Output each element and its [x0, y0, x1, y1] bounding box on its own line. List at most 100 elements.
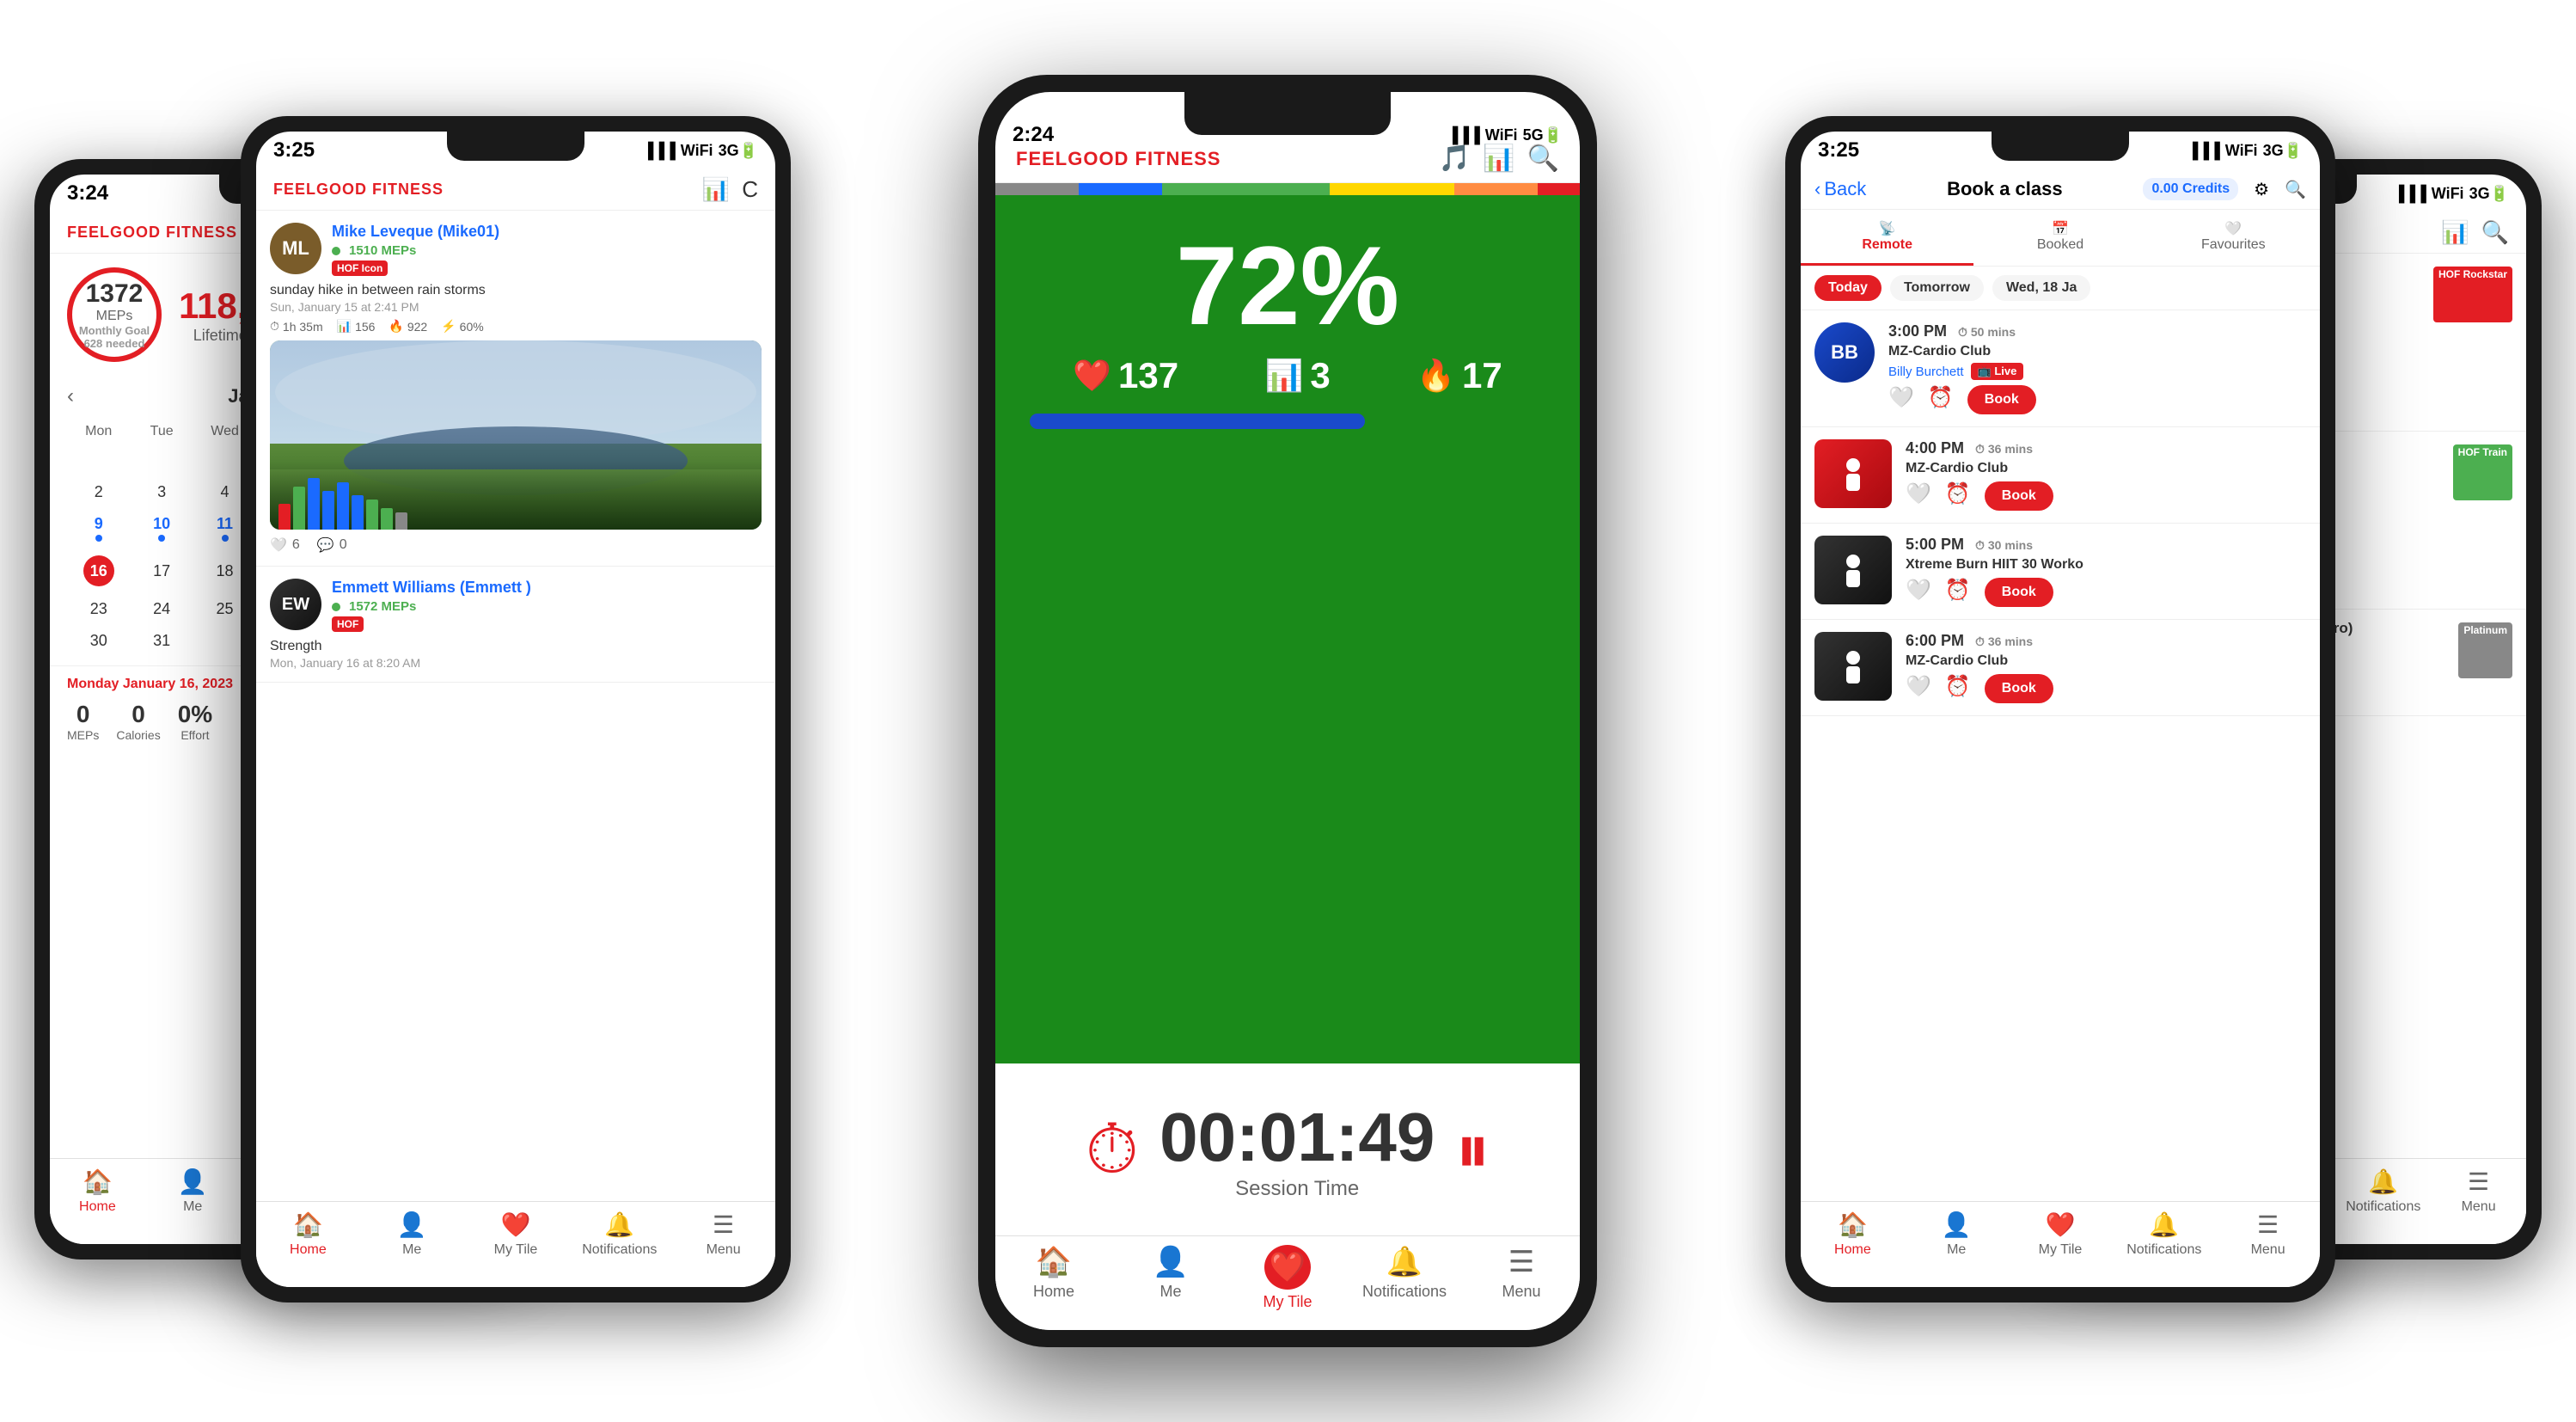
calendar-prev[interactable]: ‹ — [67, 384, 74, 408]
cal-cell[interactable]: 2 — [67, 476, 130, 508]
search-icon[interactable]: 🔍 — [1527, 144, 1559, 174]
tab-favourites[interactable]: 🤍 Favourites — [2147, 210, 2320, 266]
me-icon: 👤 — [1153, 1245, 1189, 1279]
nav-notifications[interactable]: 🔔 Notifications — [1346, 1245, 1463, 1301]
nav-menu-label: Menu — [2251, 1242, 2285, 1258]
nav-menu[interactable]: ☰ Menu — [2431, 1168, 2526, 1215]
alarm-action[interactable]: ⏰ — [1945, 481, 1971, 511]
back-button[interactable]: ‹ Back — [1814, 178, 1866, 200]
post1-avatar[interactable]: ML — [270, 223, 321, 274]
search-icon[interactable]: 🔍 — [2285, 179, 2306, 200]
alarm-action[interactable]: ⏰ — [1945, 578, 1971, 607]
post1-effort-val: 60% — [460, 320, 484, 334]
stat-meps-value: 0 — [67, 701, 99, 728]
post2-meps: 1572 MEPs — [349, 599, 416, 614]
class2-thumb — [1814, 439, 1892, 508]
alarm-action[interactable]: ⏰ — [1928, 385, 1954, 414]
comment-action[interactable]: 💬 0 — [317, 536, 347, 554]
post2-name[interactable]: Emmett Williams (Emmett ) — [332, 579, 762, 597]
activity-icon[interactable]: 📊 — [702, 176, 730, 203]
book-button-2[interactable]: Book — [1985, 481, 2053, 511]
nav-me[interactable]: 👤 Me — [1905, 1211, 2009, 1258]
timer-end-icon[interactable]: ⏸ — [1455, 1110, 1490, 1190]
tile-icon: ❤️ — [501, 1211, 531, 1239]
cal-cell[interactable]: 10 — [130, 508, 193, 549]
cal-cell[interactable]: 24 — [130, 593, 193, 625]
meps-unit: MEPs — [96, 309, 133, 324]
nav-my-tile[interactable]: ❤️ My Tile — [1229, 1245, 1346, 1311]
nav-my-tile[interactable]: ❤️ My Tile — [2009, 1211, 2113, 1258]
nav-menu[interactable]: ☰ Menu — [671, 1211, 775, 1258]
cal-cell[interactable] — [67, 444, 130, 476]
class2-duration: ⏱ 36 mins — [1975, 442, 2033, 456]
nav-my-tile[interactable]: ❤️ My Tile — [464, 1211, 568, 1258]
online-indicator — [332, 247, 340, 255]
alarm-action[interactable]: ⏰ — [1945, 674, 1971, 703]
book-tab-bar: 📡 Remote 📅 Booked 🤍 Favourites — [1801, 210, 2320, 267]
class4-actions: 🤍 ⏰ Book — [1906, 674, 2306, 703]
feed-post-2: EW Emmett Williams (Emmett ) 1572 MEPs H… — [256, 567, 775, 683]
cal-cell[interactable]: 23 — [67, 593, 130, 625]
tab-booked[interactable]: 📅 Booked — [1973, 210, 2146, 266]
search-icon[interactable]: 🔍 — [2481, 219, 2509, 246]
cal-cell-today[interactable]: 16 — [67, 549, 130, 593]
timer-start-icon[interactable]: ⏱ — [1086, 1110, 1139, 1190]
nav-me[interactable]: 👤 Me — [1112, 1245, 1229, 1301]
nav-me[interactable]: 👤 Me — [145, 1168, 241, 1215]
class-item-2: 4:00 PM ⏱ 36 mins MZ-Cardio Club 🤍 ⏰ Boo… — [1801, 427, 2320, 524]
heart-rate-stat: ❤️ 137 — [1073, 355, 1178, 396]
class2-info: 4:00 PM ⏱ 36 mins MZ-Cardio Club 🤍 ⏰ Boo… — [1906, 439, 2306, 511]
nav-me[interactable]: 👤 Me — [360, 1211, 464, 1258]
phone4-screen: 3:25 ▐▐▐ WiFi 3G🔋 ‹ Back Book a class 0.… — [1801, 132, 2320, 1287]
heart-action[interactable]: 🤍 — [1906, 674, 1931, 703]
cal-cell[interactable]: 3 — [130, 476, 193, 508]
cal-cell[interactable]: 17 — [130, 549, 193, 593]
heart-action[interactable]: 🤍 — [1888, 385, 1914, 414]
cal-cell[interactable]: 9 — [67, 508, 130, 549]
day-wed[interactable]: Wed, 18 Ja — [1992, 275, 2090, 301]
phone4-status-icons: ▐▐▐ WiFi 3G🔋 — [2187, 142, 2303, 160]
class1-presenter: Billy Burchett 📺 Live — [1888, 363, 2306, 380]
cal-cell[interactable]: 30 — [67, 625, 130, 657]
like-action[interactable]: 🤍 6 — [270, 536, 300, 554]
class1-avatar: BB — [1814, 322, 1875, 383]
tab-booked-label: Booked — [2037, 237, 2083, 252]
book-button-4[interactable]: Book — [1985, 674, 2053, 703]
day-today[interactable]: Today — [1814, 275, 1882, 301]
stat-calories-label: Calories — [116, 728, 160, 742]
phone3-bottom-nav: 🏠 Home 👤 Me ❤️ My Tile 🔔 Notifications ☰ — [995, 1235, 1580, 1330]
nav-home[interactable]: 🏠 Home — [256, 1211, 360, 1258]
nav-notifications[interactable]: 🔔 Notifications — [2335, 1168, 2431, 1215]
search-icon[interactable]: C — [742, 176, 758, 203]
menu-icon: ☰ — [713, 1211, 734, 1239]
book-button-1[interactable]: Book — [1967, 385, 2036, 414]
nav-notifications[interactable]: 🔔 Notifications — [2112, 1211, 2216, 1258]
nav-notifications[interactable]: 🔔 Notifications — [567, 1211, 671, 1258]
stat-cal: 🔥 922 — [389, 319, 427, 334]
nav-home[interactable]: 🏠 Home — [995, 1245, 1112, 1301]
nav-menu[interactable]: ☰ Menu — [1463, 1245, 1580, 1301]
phone4-notch — [1992, 132, 2129, 161]
nav-menu[interactable]: ☰ Menu — [2216, 1211, 2320, 1258]
heart-action[interactable]: 🤍 — [1906, 481, 1931, 511]
activity-icon[interactable]: 📊 — [1483, 144, 1514, 174]
menu-icon: ☰ — [2257, 1211, 2279, 1239]
nav-home[interactable]: 🏠 Home — [1801, 1211, 1905, 1258]
heart-action[interactable]: 🤍 — [1906, 578, 1931, 607]
tab-remote[interactable]: 📡 Remote — [1801, 210, 1973, 266]
class4-time-val: 6:00 PM — [1906, 632, 1964, 649]
post1-name[interactable]: Mike Leveque (Mike01) — [332, 223, 762, 241]
nav-home[interactable]: 🏠 Home — [50, 1168, 145, 1215]
zone-yellow — [1330, 183, 1455, 195]
cal-cell[interactable] — [130, 444, 193, 476]
zone-red — [1538, 183, 1580, 195]
wf-guillermo-badge: Platinum — [2458, 622, 2512, 678]
book-button-3[interactable]: Book — [1985, 578, 2053, 607]
activity-icon[interactable]: 📊 — [2441, 219, 2469, 246]
music-icon[interactable]: 🎵 — [1439, 144, 1471, 174]
heart-icon: 🤍 — [2224, 222, 2242, 236]
cal-cell[interactable]: 31 — [130, 625, 193, 657]
day-tomorrow[interactable]: Tomorrow — [1890, 275, 1984, 301]
post2-avatar[interactable]: EW — [270, 579, 321, 630]
filter-icon[interactable]: ⚙ — [2254, 179, 2269, 200]
